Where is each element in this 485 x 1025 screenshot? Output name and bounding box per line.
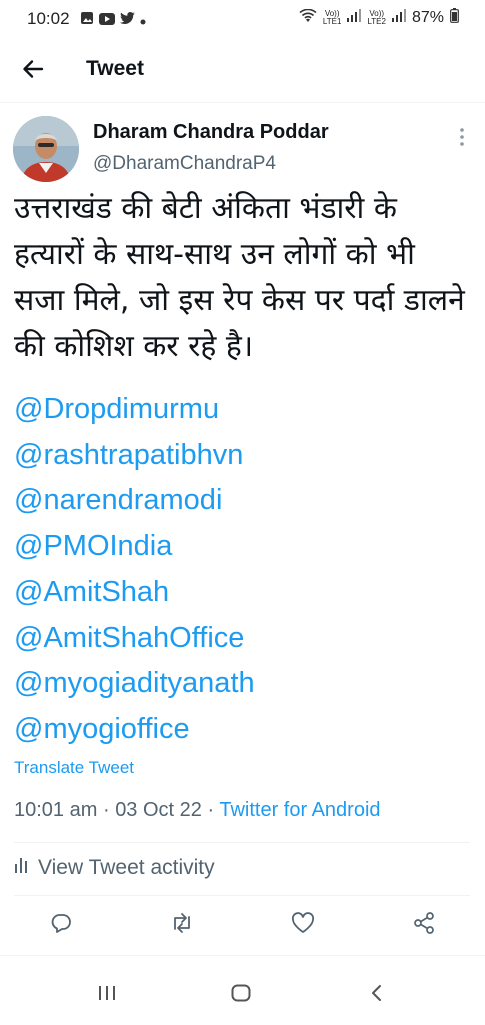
mention-link[interactable]: @rashtrapatibhvn bbox=[14, 433, 255, 479]
battery-percent: 87% bbox=[411, 9, 444, 26]
tweet-date: 03 Oct 22 bbox=[115, 799, 202, 821]
vertical-dots-icon[interactable] bbox=[457, 126, 467, 148]
sim1-lte: LTE1 bbox=[322, 17, 342, 26]
meta-separator: · bbox=[207, 799, 215, 821]
gallery-icon bbox=[80, 11, 94, 30]
meta-separator: · bbox=[102, 799, 110, 821]
avatar[interactable] bbox=[13, 116, 79, 182]
back-nav-icon[interactable] bbox=[366, 982, 388, 1004]
heart-icon[interactable] bbox=[291, 912, 315, 934]
mention-link[interactable]: @Dropdimurmu bbox=[14, 387, 255, 433]
divider bbox=[14, 895, 470, 896]
tweet-actions bbox=[0, 900, 485, 950]
mention-link[interactable]: @PMOIndia bbox=[14, 524, 255, 570]
comment-icon[interactable] bbox=[50, 912, 72, 934]
twitter-bird-icon bbox=[120, 11, 135, 30]
battery-icon bbox=[450, 8, 459, 28]
bar-chart-icon bbox=[14, 856, 30, 880]
signal-icon bbox=[347, 9, 362, 27]
sim2-lte: LTE2 bbox=[367, 17, 386, 26]
mention-link[interactable]: @narendramodi bbox=[14, 478, 255, 524]
arrow-left-icon[interactable] bbox=[20, 56, 46, 82]
tweet-time: 10:01 am bbox=[14, 799, 98, 821]
translate-tweet-link[interactable]: Translate Tweet bbox=[14, 758, 134, 778]
home-icon[interactable] bbox=[230, 982, 252, 1004]
mention-link[interactable]: @AmitShah bbox=[14, 570, 255, 616]
dot-indicator-icon bbox=[140, 12, 146, 30]
tweet-meta: 10:01 am · 03 Oct 22 · Twitter for Andro… bbox=[14, 799, 381, 822]
youtube-icon bbox=[99, 12, 115, 30]
tweet-text: उत्तराखंड की बेटी अंकिता भंडारी के हत्या… bbox=[14, 191, 465, 364]
mention-link[interactable]: @myogioffice bbox=[14, 707, 255, 753]
recent-apps-icon[interactable] bbox=[96, 982, 118, 1004]
sim1-label: Vo)) LTE1 bbox=[323, 10, 342, 26]
tweet-client-link[interactable]: Twitter for Android bbox=[219, 799, 380, 821]
mention-link[interactable]: @myogiadityanath bbox=[14, 661, 255, 707]
divider bbox=[14, 842, 470, 843]
view-tweet-activity-button[interactable]: View Tweet activity bbox=[14, 856, 215, 880]
wifi-icon bbox=[299, 8, 317, 28]
mention-list: @Dropdimurmu @rashtrapatibhvn @narendram… bbox=[14, 387, 255, 753]
status-time: 10:02 bbox=[27, 9, 70, 28]
notification-icons bbox=[80, 11, 146, 30]
activity-label: View Tweet activity bbox=[38, 856, 215, 879]
author-handle[interactable]: @DharamChandraP4 bbox=[93, 153, 276, 175]
signal-icon bbox=[391, 9, 406, 27]
sim2-label: Vo)) LTE2 bbox=[367, 10, 386, 26]
share-icon[interactable] bbox=[413, 912, 435, 934]
top-app-bar: Tweet bbox=[0, 36, 485, 103]
author-name[interactable]: Dharam Chandra Poddar bbox=[93, 121, 329, 144]
retweet-icon[interactable] bbox=[170, 912, 192, 934]
status-right-icons: Vo)) LTE1 Vo)) LTE2 87% bbox=[299, 8, 459, 28]
page-title: Tweet bbox=[86, 57, 144, 80]
system-nav-bar bbox=[0, 955, 485, 1025]
status-bar: 10:02 Vo)) LTE1 Vo)) LTE2 87% bbox=[0, 0, 485, 36]
mention-link[interactable]: @AmitShahOffice bbox=[14, 616, 255, 662]
